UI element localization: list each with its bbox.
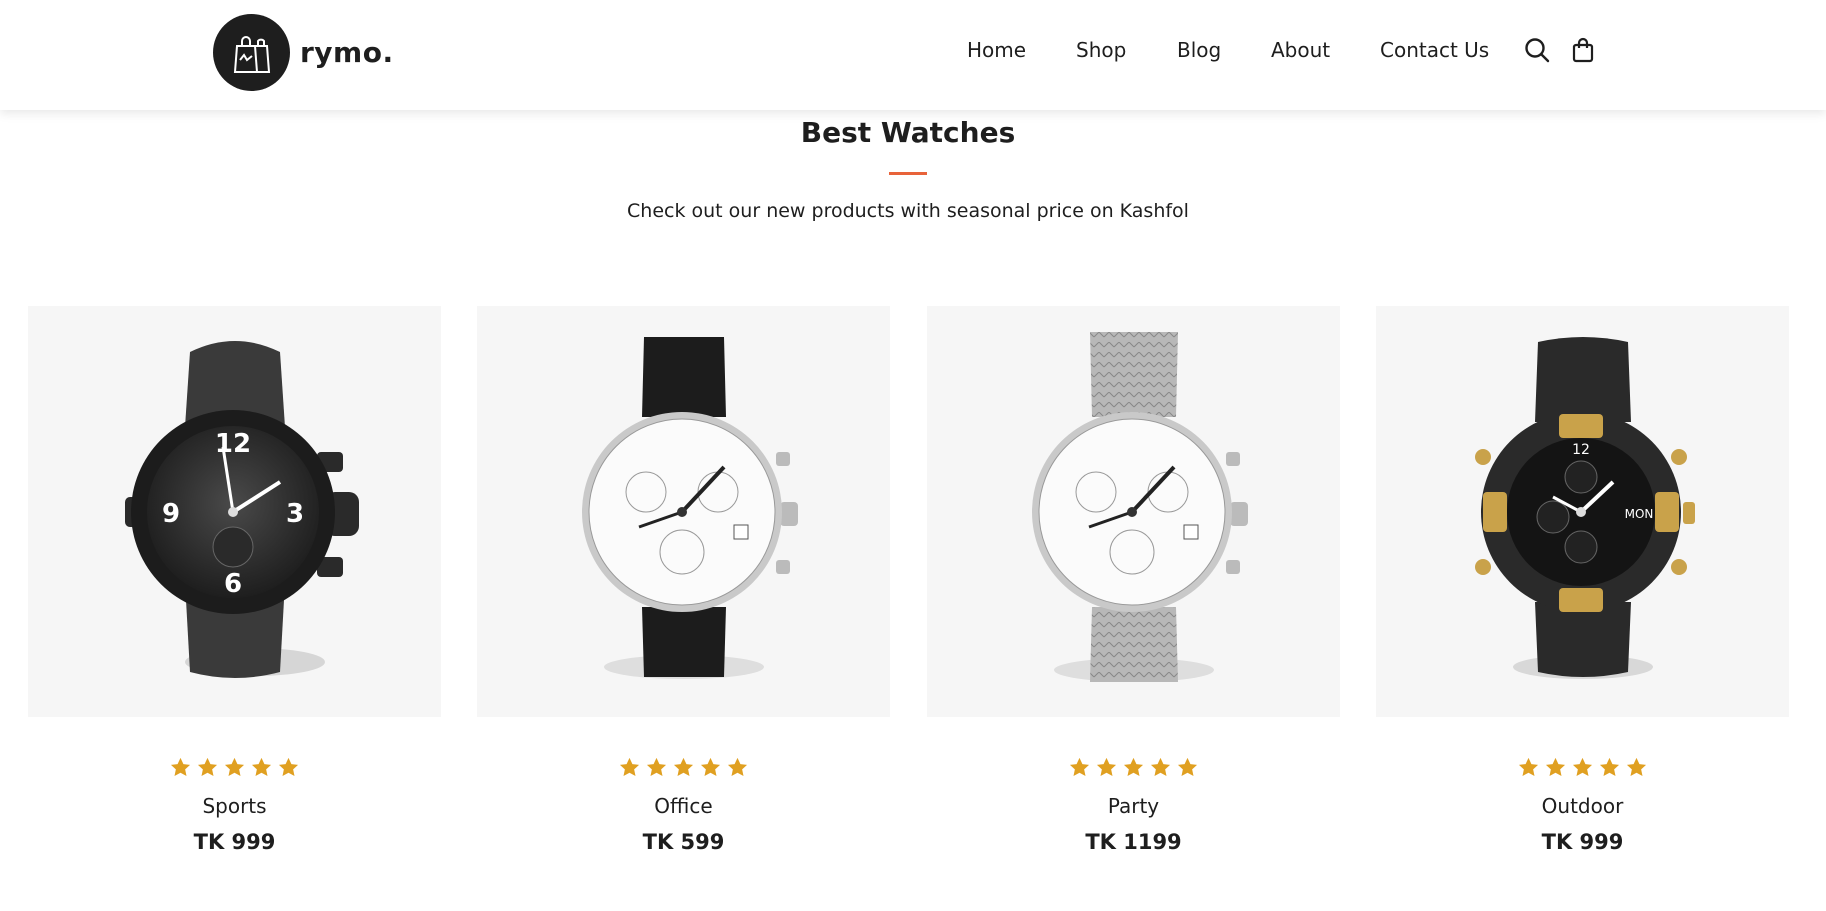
section-title: Best Watches <box>800 116 1016 149</box>
product-price: TK 999 <box>193 830 276 854</box>
star-icon <box>170 757 191 776</box>
star-icon <box>1096 757 1117 776</box>
star-icon <box>1518 757 1539 776</box>
svg-text:6: 6 <box>223 569 241 599</box>
star-icon <box>1572 757 1593 776</box>
star-icon <box>1177 757 1198 776</box>
product-card-sports[interactable]: 12 3 6 9 Sports TK 999 <box>28 306 441 854</box>
shopping-bag-logo-icon <box>213 14 290 91</box>
search-icon[interactable] <box>1523 36 1551 64</box>
star-icon <box>1150 757 1171 776</box>
nav-home[interactable]: Home <box>967 38 1026 62</box>
star-icon <box>1545 757 1566 776</box>
nav-shop[interactable]: Shop <box>1076 38 1126 62</box>
product-name[interactable]: Outdoor <box>1376 794 1789 818</box>
svg-text:12: 12 <box>214 429 250 459</box>
star-icon <box>1626 757 1647 776</box>
star-icon <box>700 757 721 776</box>
product-card-office[interactable]: Office TK 599 <box>477 306 890 854</box>
rating-stars <box>28 757 441 777</box>
nav-about[interactable]: About <box>1271 38 1330 62</box>
product-price: TK 1199 <box>1085 830 1182 854</box>
rating-stars <box>477 757 890 777</box>
product-name[interactable]: Office <box>477 794 890 818</box>
svg-text:9: 9 <box>161 499 179 529</box>
section-subtitle: Check out our new products with seasonal… <box>627 200 1189 222</box>
product-name[interactable]: Sports <box>28 794 441 818</box>
nav-contact-us[interactable]: Contact Us <box>1380 38 1489 62</box>
star-icon <box>619 757 640 776</box>
star-icon <box>673 757 694 776</box>
svg-text:12: 12 <box>1572 442 1590 458</box>
brand-logo[interactable]: rymo. <box>213 14 394 91</box>
product-image[interactable] <box>927 306 1340 717</box>
brand-name: rymo. <box>300 36 394 69</box>
shopping-bag-icon[interactable] <box>1569 36 1597 64</box>
star-icon <box>278 757 299 776</box>
black-gold-pilot-watch-icon: 12 MON <box>1474 336 1695 679</box>
star-icon <box>224 757 245 776</box>
star-icon <box>1599 757 1620 776</box>
product-image[interactable]: 12 MON <box>1376 306 1789 717</box>
product-price: TK 999 <box>1541 830 1624 854</box>
svg-text:MON: MON <box>1624 507 1653 521</box>
product-price: TK 599 <box>642 830 725 854</box>
star-icon <box>1069 757 1090 776</box>
star-icon <box>197 757 218 776</box>
product-card-party[interactable]: Party TK 1199 <box>927 306 1340 854</box>
star-icon <box>1123 757 1144 776</box>
site-header: rymo. Home Shop Blog About Contact Us <box>0 0 1826 110</box>
product-name[interactable]: Party <box>927 794 1340 818</box>
black-sport-watch-icon: 12 3 6 9 <box>124 340 359 678</box>
rating-stars <box>927 757 1340 777</box>
title-underline <box>889 172 927 175</box>
white-chronograph-leather-watch-icon <box>581 336 798 679</box>
rating-stars <box>1376 757 1789 777</box>
product-card-outdoor[interactable]: 12 MON Outdoor TK 999 <box>1376 306 1789 854</box>
svg-text:3: 3 <box>285 499 303 529</box>
star-icon <box>251 757 272 776</box>
nav-blog[interactable]: Blog <box>1177 38 1221 62</box>
star-icon <box>646 757 667 776</box>
product-image[interactable]: 12 3 6 9 <box>28 306 441 717</box>
product-image[interactable] <box>477 306 890 717</box>
star-icon <box>727 757 748 776</box>
white-chronograph-mesh-watch-icon <box>1031 331 1248 682</box>
